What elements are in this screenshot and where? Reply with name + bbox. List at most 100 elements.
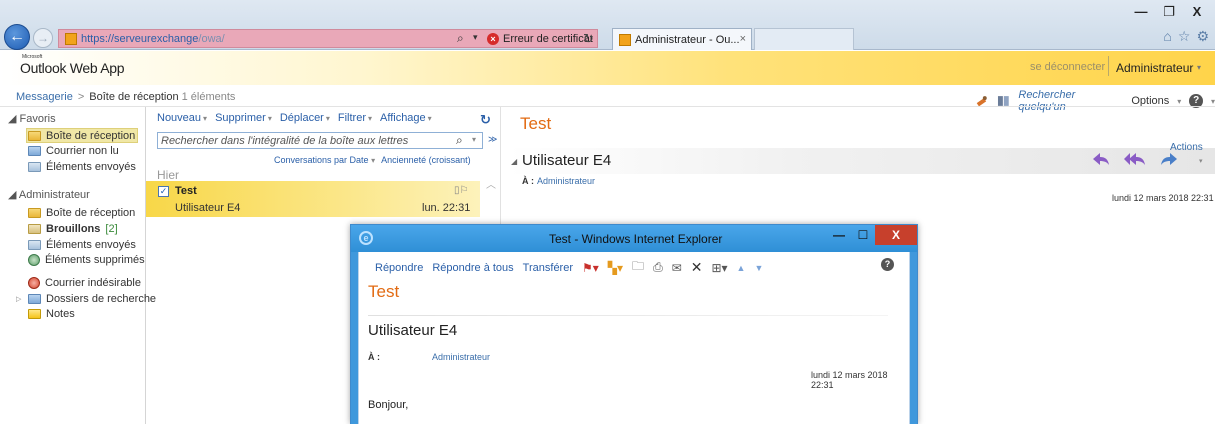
collapse-arrow-icon[interactable]: ◢ [511,157,517,166]
address-url: https://serveurexchange/owa/ [81,33,225,45]
folder-favorites-inbox[interactable]: Boîte de réception [26,128,138,143]
move-to-folder-icon[interactable]: 🗀 [632,257,644,278]
reply-icon[interactable] [1092,152,1110,166]
help-icon[interactable]: ? [881,258,894,271]
previous-item-icon[interactable]: ▲ [737,263,746,273]
gear-icon[interactable]: ⚙ [1196,28,1209,45]
home-icon[interactable]: ⌂ [1163,28,1171,45]
user-menu[interactable]: Administrateur [1116,61,1193,75]
find-someone-link[interactable]: Rechercher quelqu'un [1018,89,1123,113]
refresh-icon[interactable]: ↻ [480,112,491,128]
signout-link[interactable]: se déconnecter [1030,61,1105,73]
sort-bar: Conversations par Date ▾ Ancienneté (cro… [274,155,471,165]
folder-deleted[interactable]: Éléments supprimés [28,252,145,267]
chevron-down-icon[interactable]: ▾ [1177,97,1181,106]
folder-favorites-sent[interactable]: Éléments envoyés [28,159,136,174]
reading-recipient[interactable]: Administrateur [537,176,595,186]
chevron-down-icon[interactable]: ▾ [472,135,476,144]
table-row[interactable]: ✓ Test Utilisateur E4 ▯⚐ lun. 22:31 [146,181,480,217]
drafts-icon [28,223,41,234]
print-icon[interactable]: ⎙ [653,260,663,275]
message-time: lun. 22:31 [422,202,471,214]
close-button[interactable]: X [1183,2,1211,22]
chevron-right-icon: > [77,91,85,103]
close-button[interactable]: X [875,225,917,245]
chevron-down-icon[interactable]: ▾ [473,32,478,43]
divider [368,315,888,316]
maximize-button[interactable]: ❐ [1155,2,1183,22]
certificate-error-label[interactable]: Erreur de certificat [503,33,593,45]
message-sender: Utilisateur E4 [175,202,241,214]
expand-search-icon[interactable]: ≫ [488,134,497,145]
minimize-button[interactable]: — [827,225,851,245]
more-actions-icon[interactable]: ⊞▾ [711,261,727,275]
browser-tab[interactable]: Administrateur - Ou... × [612,28,752,50]
delete-button[interactable]: Supprimer ▾ [215,112,272,124]
maximize-button[interactable]: ☐ [851,225,875,245]
folder-search[interactable]: Dossiers de recherche [28,291,156,306]
reply-actions [1092,152,1178,166]
popup-recipient[interactable]: Administrateur [432,352,490,362]
header-divider [1108,56,1109,76]
popup-titlebar[interactable]: e Test - Windows Internet Explorer — ☐ X [351,225,917,252]
search-icon[interactable]: ⌕ [457,31,464,46]
sort-order[interactable]: Ancienneté (croissant) [381,155,471,165]
chevron-down-icon[interactable]: ▾ [1199,157,1203,165]
folder-inbox[interactable]: Boîte de réception [28,205,135,220]
breadcrumb-mail[interactable]: Messagerie [16,91,73,103]
folder-junk[interactable]: Courrier indésirable [28,275,141,290]
reply-all-icon[interactable] [1124,152,1146,166]
new-button[interactable]: Nouveau ▾ [157,112,207,124]
reply-all-button[interactable]: Répondre à tous [432,262,513,274]
folder-notes[interactable]: Notes [28,306,75,321]
address-bar[interactable]: https://serveurexchange/owa/ ⌕ ▾ × Erreu… [58,29,598,48]
reading-sender[interactable]: Utilisateur E4 [522,152,611,169]
chevron-down-icon[interactable]: ▾ [1211,97,1215,106]
popup-toolbar: Répondre Répondre à tous Transférer ⚑▾ ▚… [375,257,763,278]
refresh-icon[interactable]: ↻ [583,31,594,47]
expand-arrow-icon[interactable]: ▷ [16,295,21,303]
view-button[interactable]: Affichage ▾ [380,112,432,124]
flag-icon[interactable]: ⚑▾ [582,261,599,275]
top-tools: Rechercher quelqu'un Options ▾ ? ▾ [975,89,1215,113]
sort-by-dropdown[interactable]: Conversations par Date ▾ [274,155,375,165]
breadcrumb-inbox: Boîte de réception [89,91,179,103]
popup-sender[interactable]: Utilisateur E4 [368,322,457,339]
list-scrollbar[interactable]: ︿ [482,176,500,226]
certificate-error-icon[interactable]: × [487,33,499,45]
sent-items-icon [28,239,41,250]
folder-unread[interactable]: Courrier non lu [28,143,119,158]
flag-icon[interactable]: ▯⚐ [454,185,468,196]
search-input[interactable] [161,134,451,147]
close-tab-icon[interactable]: × [740,33,746,45]
browser-chrome: ← → https://serveurexchange/owa/ ⌕ ▾ × E… [0,0,1215,50]
next-item-icon[interactable]: ▼ [754,263,763,273]
popup-content: Répondre Répondre à tous Transférer ⚑▾ ▚… [358,252,910,424]
minimize-button[interactable]: — [1127,2,1155,22]
new-tab-button[interactable] [754,28,854,50]
message-popup-window: e Test - Windows Internet Explorer — ☐ X… [350,224,918,424]
junk-mail-icon [28,276,40,289]
folder-sent[interactable]: Éléments envoyés [28,237,136,252]
chevron-down-icon[interactable]: ▾ [1197,63,1201,72]
filter-button[interactable]: Filtrer ▾ [338,112,372,124]
favorites-star-icon[interactable]: ☆ [1178,28,1191,45]
back-arrow-icon[interactable]: ← [4,24,30,50]
search-icon[interactable]: ⌕ [456,133,463,148]
forward-arrow-icon[interactable]: → [33,28,53,48]
mailbox-header[interactable]: ◢ Administrateur [8,188,90,201]
junk-icon[interactable]: ✉ [672,261,682,275]
categories-icon[interactable]: ▚▾ [608,261,623,275]
move-button[interactable]: Déplacer ▾ [280,112,330,124]
favorites-header[interactable]: ◢ Favoris [8,112,56,125]
forward-icon[interactable] [1160,152,1178,166]
folder-drafts[interactable]: Brouillons [2] [28,221,118,236]
scroll-up-icon[interactable]: ︿ [486,176,496,191]
mailbox-search[interactable]: ⌕ ▾ [157,132,483,149]
delete-icon[interactable]: ✕ [691,259,703,276]
forward-button[interactable]: Transférer [523,262,573,274]
group-header: Hier [157,168,180,182]
reply-button[interactable]: Répondre [375,262,423,274]
popup-subject: Test [368,282,400,301]
select-checkbox[interactable]: ✓ [158,186,169,197]
